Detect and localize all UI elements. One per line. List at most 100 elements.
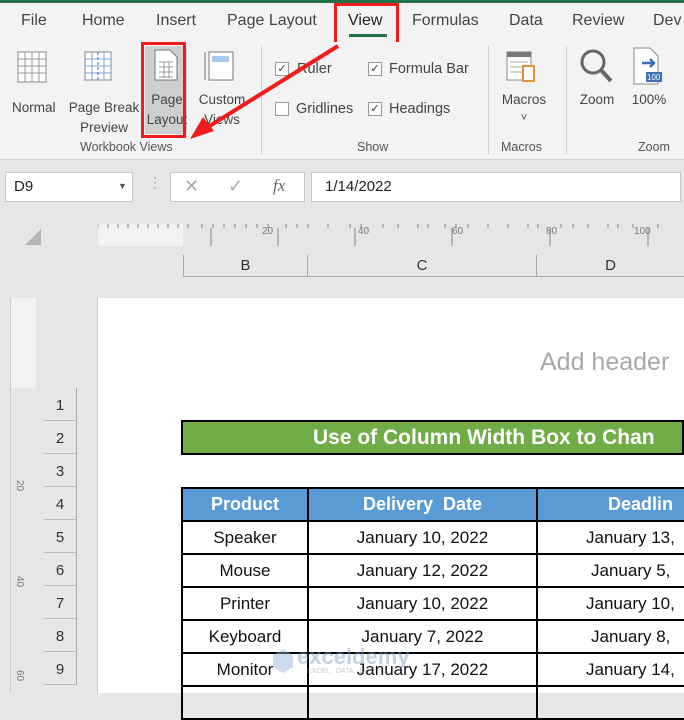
headings-label: Headings: [389, 101, 451, 117]
page-break-preview-button[interactable]: Page Break Preview: [66, 50, 142, 150]
insert-function-icon[interactable]: fx: [273, 176, 285, 196]
zoom-100-button[interactable]: 100 100%: [626, 46, 672, 132]
enter-icon[interactable]: ✓: [228, 176, 243, 197]
magnifier-icon: [580, 49, 613, 83]
cell-deadline[interactable]: January 13,: [536, 520, 684, 555]
page-layout-highlight: [141, 42, 186, 138]
row-header[interactable]: 8: [44, 619, 77, 652]
cell-delivery-date[interactable]: January 17, 2022: [307, 652, 538, 687]
cell-delivery-date[interactable]: January 7, 2022: [307, 619, 538, 654]
ribbon: Normal Page Break Preview Page Layout Cu…: [0, 42, 684, 160]
formula-bar-checkbox[interactable]: ✓: [368, 62, 382, 76]
ruler-label: Ruler: [297, 61, 332, 77]
row-header[interactable]: 9: [44, 652, 77, 685]
headings-checkbox[interactable]: ✓: [368, 102, 382, 116]
divider: [566, 46, 567, 154]
cell-delivery-date[interactable]: January 10, 2022: [307, 520, 538, 555]
cancel-icon[interactable]: ✕: [184, 176, 199, 197]
dropdown-arrow-icon[interactable]: ▼: [118, 181, 127, 191]
ruler-tick: 60: [14, 669, 26, 682]
row-header[interactable]: 1: [44, 388, 77, 421]
table-row: [181, 685, 684, 720]
group-label-show: Show: [357, 140, 389, 154]
select-all-icon[interactable]: [24, 228, 42, 246]
zoom-label: Zoom: [579, 92, 615, 107]
add-header-placeholder[interactable]: Add header: [540, 348, 669, 377]
formula-input[interactable]: 1/14/2022: [311, 172, 681, 202]
header-delivery-date[interactable]: Delivery Date: [307, 487, 538, 522]
more-options-icon[interactable]: ⋮: [148, 174, 162, 191]
row-header[interactable]: 3: [44, 454, 77, 487]
table-row: Speaker January 10, 2022 January 13,: [181, 520, 684, 555]
tab-formulas[interactable]: Formulas: [412, 12, 479, 30]
cell-product[interactable]: Mouse: [181, 553, 309, 588]
cell-delivery-date[interactable]: January 12, 2022: [307, 553, 538, 588]
row-header[interactable]: 7: [44, 586, 77, 619]
row-header[interactable]: 2: [44, 421, 77, 454]
header-product[interactable]: Product: [181, 487, 309, 522]
formula-input-value: 1/14/2022: [325, 178, 392, 195]
custom-views-icon: [204, 51, 234, 81]
ruler-tick: 40: [358, 226, 370, 237]
normal-label: Normal: [12, 100, 56, 115]
empty-cell[interactable]: [307, 685, 538, 720]
cell-product[interactable]: Printer: [181, 586, 309, 621]
formula-bar-label: Formula Bar: [389, 61, 469, 77]
ruler-checkbox[interactable]: ✓: [275, 62, 289, 76]
zoom-100-label: 100%: [631, 92, 667, 107]
group-label-macros: Macros: [501, 140, 542, 154]
cell-deadline[interactable]: January 5,: [536, 553, 684, 588]
table-row: Monitor January 17, 2022 January 14,: [181, 652, 684, 687]
tab-data[interactable]: Data: [509, 12, 543, 30]
ruler-tick: 60: [452, 226, 464, 237]
chevron-down-icon: ˅: [520, 112, 528, 124]
column-header-b[interactable]: B: [183, 255, 307, 277]
tab-home[interactable]: Home: [82, 12, 125, 30]
normal-grid-icon: [17, 51, 47, 83]
custom-views-label-2: Views: [204, 112, 240, 127]
ruler-tick: 20: [14, 479, 26, 492]
zoom-button[interactable]: Zoom: [574, 48, 620, 134]
divider: [488, 46, 489, 154]
vertical-ruler: 20 40 60: [10, 298, 36, 693]
ruler-tick: 20: [262, 226, 274, 237]
table-header-row: Product Delivery Date Deadlin: [181, 487, 684, 522]
page-break-label-2: Preview: [79, 120, 128, 135]
macros-button[interactable]: Macros ˅: [496, 50, 552, 136]
ruler-tick: 80: [546, 226, 558, 237]
cell-product[interactable]: Monitor: [181, 652, 309, 687]
ruler-tick: 100: [634, 226, 651, 237]
group-label-zoom: Zoom: [638, 140, 670, 154]
cell-product[interactable]: Speaker: [181, 520, 309, 555]
tab-insert[interactable]: Insert: [156, 12, 196, 30]
empty-cell[interactable]: [181, 685, 309, 720]
cell-deadline[interactable]: January 8,: [536, 619, 684, 654]
empty-cell[interactable]: [536, 685, 684, 720]
name-box-value: D9: [14, 178, 34, 195]
tab-developer[interactable]: Dev: [653, 12, 681, 30]
row-header[interactable]: 4: [44, 487, 77, 520]
sheet-title[interactable]: Use of Column Width Box to Chan: [181, 420, 684, 455]
cell-deadline[interactable]: January 14,: [536, 652, 684, 687]
tab-page-layout[interactable]: Page Layout: [227, 12, 317, 30]
cell-product[interactable]: Keyboard: [181, 619, 309, 654]
column-header-d[interactable]: D: [536, 255, 684, 277]
divider: [261, 46, 262, 154]
gridlines-checkbox[interactable]: [275, 102, 289, 116]
macros-icon: [506, 51, 535, 82]
column-header-c[interactable]: C: [307, 255, 536, 277]
page-break-label: Page Break: [68, 100, 140, 115]
tab-file[interactable]: File: [21, 12, 47, 30]
header-deadline[interactable]: Deadlin: [536, 487, 684, 522]
table-row: Mouse January 12, 2022 January 5,: [181, 553, 684, 588]
macros-label: Macros: [501, 92, 547, 107]
cell-deadline[interactable]: January 10,: [536, 586, 684, 621]
row-header[interactable]: 5: [44, 520, 77, 553]
ruler-tick: 40: [14, 575, 26, 588]
tab-review[interactable]: Review: [572, 12, 624, 30]
name-box[interactable]: D9 ▼: [5, 172, 133, 202]
group-label-workbook-views: Workbook Views: [80, 140, 173, 154]
cell-delivery-date[interactable]: January 10, 2022: [307, 586, 538, 621]
row-header[interactable]: 6: [44, 553, 77, 586]
page-break-icon: [84, 51, 112, 81]
